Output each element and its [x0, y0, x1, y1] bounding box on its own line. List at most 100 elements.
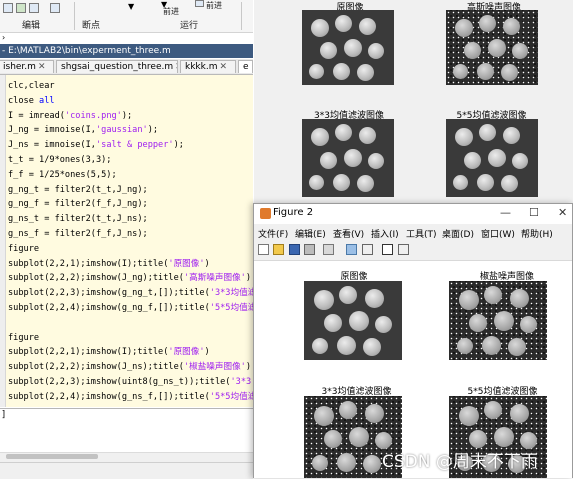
coin-shape: [464, 152, 481, 169]
editor-path-bar: - E:\MATLAB2\bin\experment_three.m: [0, 44, 253, 58]
menu-file[interactable]: 文件(F): [258, 227, 288, 240]
run-advance-button[interactable]: 前进: [206, 0, 222, 11]
dock-icon[interactable]: [398, 244, 409, 255]
breakpoint-icon[interactable]: [3, 3, 13, 13]
code-line[interactable]: figure: [8, 331, 39, 345]
coin-shape: [339, 401, 357, 419]
close-icon[interactable]: ✕: [175, 62, 177, 72]
tab-isher[interactable]: isher.m ✕: [0, 60, 54, 73]
close-icon[interactable]: ✕: [38, 62, 46, 72]
coin-shape: [453, 175, 468, 190]
save-icon[interactable]: [289, 244, 300, 255]
code-line[interactable]: figure: [8, 242, 39, 256]
legend-icon[interactable]: [362, 244, 373, 255]
coin-shape: [312, 338, 328, 354]
menu-tools[interactable]: 工具(T): [406, 227, 437, 240]
colorbar-icon[interactable]: [346, 244, 357, 255]
code-line[interactable]: g_ng_f = filter2(f_f,J_ng);: [8, 197, 148, 211]
coin-shape: [469, 314, 487, 332]
coin-shape: [349, 427, 369, 447]
section-label-run: 运行: [180, 21, 199, 31]
menu-view[interactable]: 查看(V): [333, 227, 364, 240]
code-line[interactable]: clc,clear: [8, 79, 55, 93]
coin-shape: [479, 15, 496, 32]
code-line[interactable]: f_f = 1/25*ones(5,5);: [8, 168, 117, 182]
menu-desktop[interactable]: 桌面(D): [442, 227, 474, 240]
code-line[interactable]: subplot(2,2,4);imshow(g_ng_f,[]);title('…: [8, 301, 253, 315]
coin-shape: [455, 128, 473, 146]
code-line[interactable]: g_ns_f = filter2(f_f,J_ns);: [8, 227, 148, 241]
editor-gutter[interactable]: [0, 75, 6, 407]
code-line[interactable]: subplot(2,2,3);imshow(uint8(g_ns_t));tit…: [8, 375, 251, 389]
editor-tab-strip: isher.m✕ shgsai_question_three.m✕ kkkk.m…: [0, 59, 253, 75]
coin-shape: [363, 455, 381, 473]
tab-shgsai-question-three[interactable]: shgsai_question_three.m✕: [56, 60, 178, 73]
maximize-icon[interactable]: ☐: [529, 206, 539, 219]
coin-shape: [311, 128, 329, 146]
coin-shape: [459, 290, 479, 310]
minimize-icon[interactable]: —: [500, 206, 511, 219]
menu-window[interactable]: 窗口(W): [481, 227, 515, 240]
code-line[interactable]: g_ng_t = filter2(t_t,J_ng);: [8, 183, 148, 197]
code-line[interactable]: t_t = 1/9*ones(3,3);: [8, 153, 111, 167]
code-line[interactable]: subplot(2,2,1);imshow(I);title('原图像'): [8, 257, 210, 271]
code-line[interactable]: J_ns = imnoise(I,'salt & pepper');: [8, 138, 184, 152]
open-file-icon[interactable]: [273, 244, 284, 255]
code-line[interactable]: subplot(2,2,1);imshow(I);title('原图像'): [8, 345, 210, 359]
close-icon[interactable]: ✕: [219, 62, 227, 72]
coin-shape: [488, 149, 506, 167]
coin-shape: [337, 453, 356, 472]
pointer-icon[interactable]: [382, 244, 393, 255]
code-line[interactable]: g_ns_t = filter2(t_t,J_ns);: [8, 212, 148, 226]
coin-shape: [484, 401, 502, 419]
tab-label: isher.m: [3, 62, 36, 72]
coin-shape: [457, 338, 473, 354]
coin-shape: [359, 18, 376, 35]
code-line[interactable]: close all: [8, 94, 55, 108]
command-prompt[interactable]: ]: [1, 410, 6, 420]
coin-shape: [453, 64, 468, 79]
link-plot-icon[interactable]: [323, 244, 334, 255]
advance-button[interactable]: 前进: [163, 6, 179, 17]
code-line[interactable]: subplot(2,2,3);imshow(g_ng_t,[]);title('…: [8, 286, 253, 300]
status-bar: [0, 462, 253, 479]
code-line[interactable]: J_ng = imnoise(I,'gaussian');: [8, 123, 158, 137]
dropdown-chevron-icon[interactable]: ▼: [128, 2, 134, 11]
menu-help[interactable]: 帮助(H): [521, 227, 553, 240]
coin-shape: [503, 127, 520, 144]
step-icon[interactable]: [16, 3, 26, 13]
coin-shape: [344, 149, 362, 167]
code-line[interactable]: subplot(2,2,4);imshow(g_ns_f,[]);title('…: [8, 390, 253, 404]
coin-shape: [349, 311, 369, 331]
code-line[interactable]: subplot(2,2,2);imshow(J_ng);title('高斯噪声图…: [8, 271, 251, 285]
section-label-edit: 编辑: [22, 21, 41, 31]
scrollbar-thumb[interactable]: [6, 454, 98, 459]
coin-shape: [501, 175, 518, 192]
coin-shape: [488, 39, 506, 57]
coin-shape: [357, 175, 374, 192]
indent-icon[interactable]: [29, 3, 39, 13]
tab-experment-three[interactable]: e: [238, 60, 253, 73]
print-icon[interactable]: [304, 244, 315, 255]
figure1-image-3x3: [302, 119, 394, 197]
new-figure-icon[interactable]: [258, 244, 269, 255]
menu-edit[interactable]: 编辑(E): [295, 227, 326, 240]
code-editor[interactable]: clc,clear close all I = imread('coins.png'…: [0, 75, 253, 407]
code-line[interactable]: I = imread('coins.png');: [8, 109, 132, 123]
matlab-logo-icon: [260, 208, 271, 219]
coin-shape: [320, 152, 337, 169]
coin-shape: [503, 18, 520, 35]
coin-shape: [484, 286, 502, 304]
coin-shape: [309, 175, 324, 190]
close-icon[interactable]: ✕: [558, 206, 567, 219]
menu-insert[interactable]: 插入(I): [371, 227, 399, 240]
coin-shape: [363, 338, 381, 356]
coin-shape: [512, 153, 528, 169]
tab-kkkk[interactable]: kkkk.m ✕: [180, 60, 236, 73]
run-advance-icon[interactable]: [195, 0, 204, 7]
code-line[interactable]: subplot(2,2,2);imshow(J_ns);title('椒盐噪声图…: [8, 360, 251, 374]
chevron-right-icon[interactable]: ›: [2, 33, 5, 42]
coin-shape: [368, 153, 384, 169]
coin-shape: [311, 19, 329, 37]
run-section-icon[interactable]: [50, 3, 60, 13]
